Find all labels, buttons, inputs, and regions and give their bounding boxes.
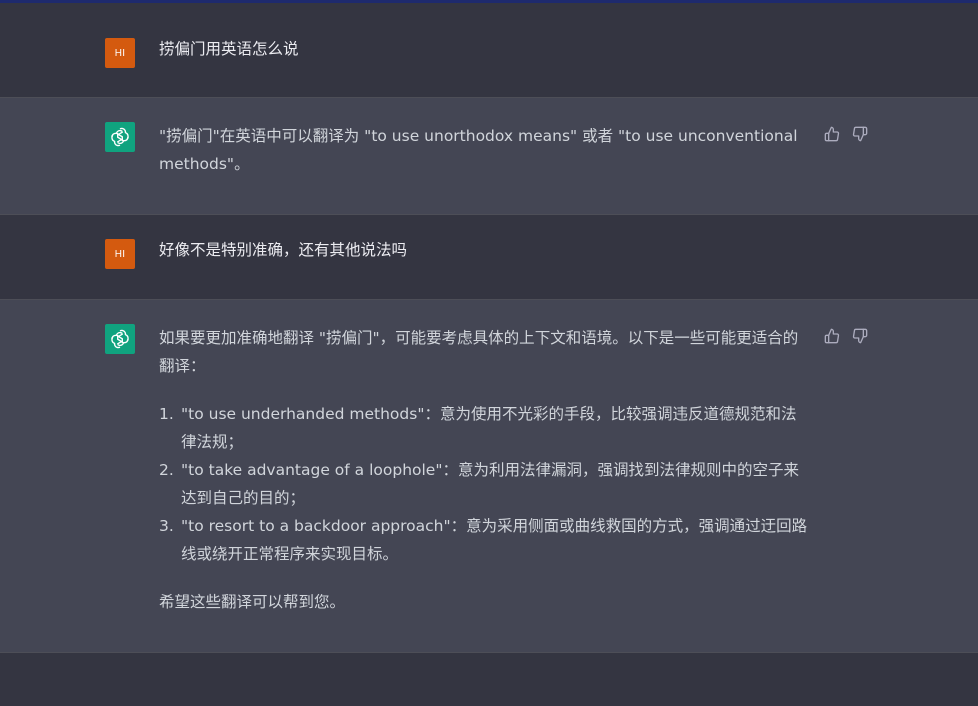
list-item-number: 2. [159,461,174,479]
list-item: 3. "to resort to a backdoor approach"：意为… [159,512,811,568]
assistant-message: "捞偏门"在英语中可以翻译为 "to use unorthodox means"… [0,98,978,215]
chat-bottom-area [0,653,978,706]
assistant-avatar [105,324,135,354]
assistant-message-text: "捞偏门"在英语中可以翻译为 "to use unorthodox means"… [159,127,798,173]
assistant-outro-text: 希望这些翻译可以帮到您。 [159,593,346,611]
thumbs-down-button[interactable] [851,327,869,345]
list-item-number: 3. [159,517,174,535]
feedback-buttons [823,125,869,143]
list-item-text: "to resort to a backdoor approach"：意为采用侧… [181,517,808,563]
assistant-message-body: 如果要更加准确地翻译 "捞偏门"，可能要考虑具体的上下文和语境。以下是一些可能更… [159,324,811,616]
user-message: HI 好像不是特别准确，还有其他说法吗 [0,215,978,300]
chat-page: HI 捞偏门用英语怎么说 "捞偏门"在英语中可以翻译为 "to use unor… [0,0,978,706]
user-avatar: HI [105,239,135,269]
thumbs-up-icon [824,126,840,142]
thumbs-down-button[interactable] [851,125,869,143]
list-item-number: 1. [159,405,174,423]
assistant-intro-text: 如果要更加准确地翻译 "捞偏门"，可能要考虑具体的上下文和语境。以下是一些可能更… [159,329,799,375]
user-avatar-initials: HI [114,248,126,260]
openai-logo-icon [111,329,129,349]
user-message: HI 捞偏门用英语怎么说 [0,3,978,98]
assistant-avatar [105,122,135,152]
feedback-buttons [823,327,869,345]
user-message-text: 捞偏门用英语怎么说 [159,40,299,58]
list-item-text: "to take advantage of a loophole"：意为利用法律… [181,461,799,507]
list-item: 1. "to use underhanded methods"：意为使用不光彩的… [159,400,811,456]
thumbs-down-icon [852,328,868,344]
thumbs-up-icon [824,328,840,344]
openai-logo-icon [111,127,129,147]
user-avatar-initials: HI [114,47,126,59]
user-message-text: 好像不是特别准确，还有其他说法吗 [159,241,408,259]
thumbs-up-button[interactable] [823,125,841,143]
thumbs-down-icon [852,126,868,142]
list-item-text: "to use underhanded methods"：意为使用不光彩的手段，… [181,405,797,451]
assistant-message: 如果要更加准确地翻译 "捞偏门"，可能要考虑具体的上下文和语境。以下是一些可能更… [0,300,978,653]
thumbs-up-button[interactable] [823,327,841,345]
user-avatar: HI [105,38,135,68]
list-item: 2. "to take advantage of a loophole"：意为利… [159,456,811,512]
translation-list: 1. "to use underhanded methods"：意为使用不光彩的… [159,400,811,568]
